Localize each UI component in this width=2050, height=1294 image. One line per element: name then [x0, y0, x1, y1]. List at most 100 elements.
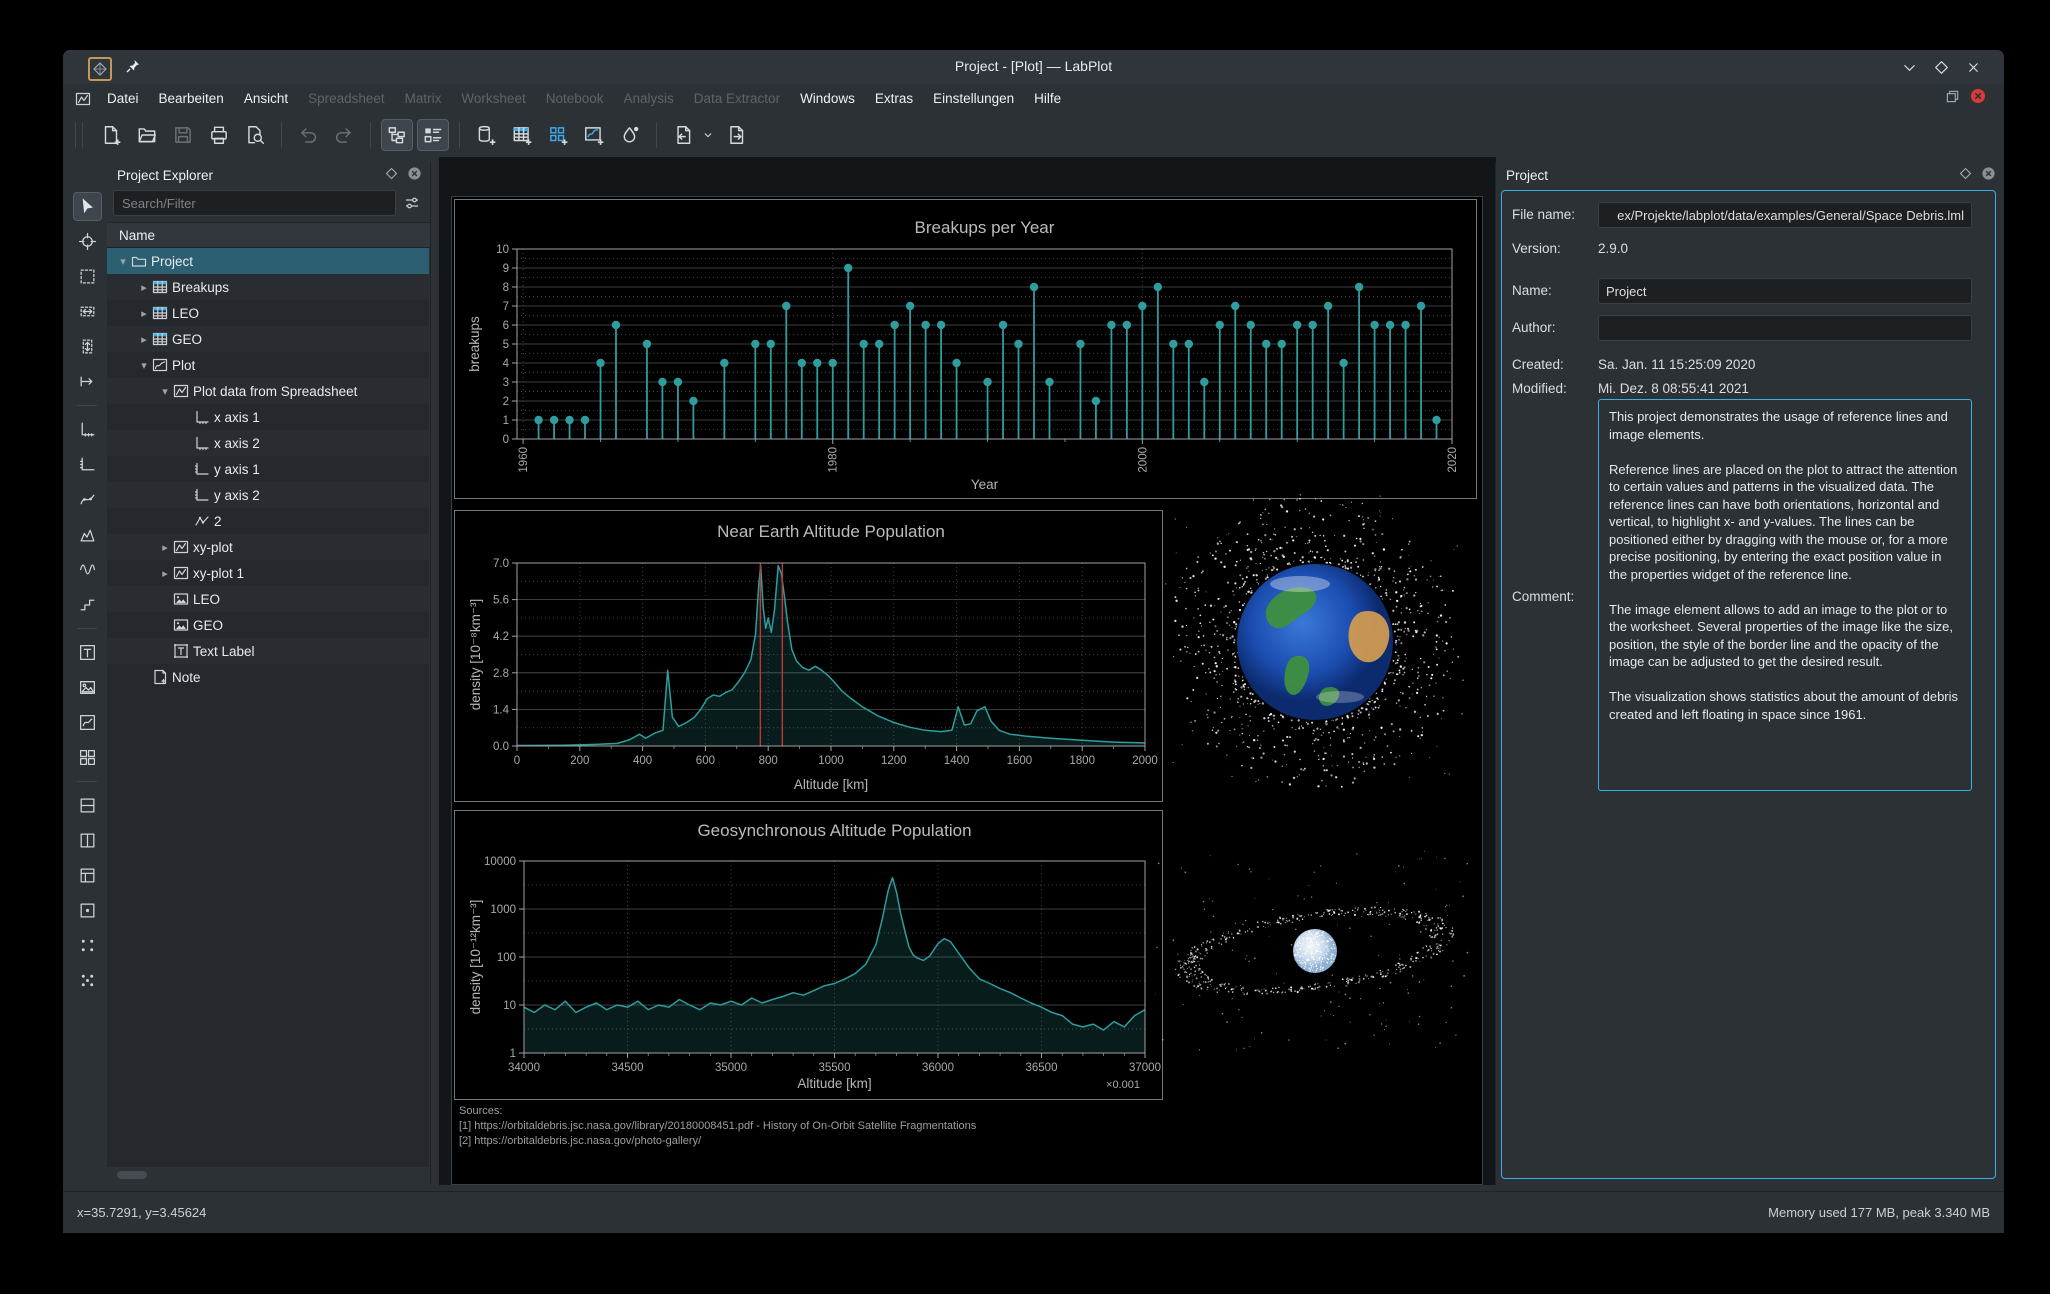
name-field[interactable]	[1598, 278, 1972, 304]
tree-item-project[interactable]: ▾ Project	[107, 248, 429, 274]
tree-horizontal-scrollbar[interactable]	[117, 1171, 147, 1179]
project-explorer-header[interactable]: Project Explorer	[107, 162, 430, 188]
new-workbook-button[interactable]	[470, 119, 502, 151]
tree-expander-icon[interactable]: ▸	[136, 281, 152, 294]
tree-item-geo[interactable]: ▸ GEO	[107, 326, 429, 352]
zoom-select-tool-button[interactable]	[73, 262, 102, 291]
titlebar[interactable]: Project - [Plot] — LabPlot	[63, 50, 2004, 84]
tree-item-y-axis-1[interactable]: y axis 1	[107, 456, 429, 482]
properties-header[interactable]: Project	[1496, 162, 2004, 188]
svg-text:0.0: 0.0	[493, 741, 509, 753]
color-theme-button[interactable]	[614, 119, 646, 151]
menu-windows[interactable]: Windows	[790, 87, 865, 110]
document-open-button[interactable]	[131, 119, 163, 151]
add-step-curve-tool-button[interactable]	[73, 590, 102, 619]
menu-datei[interactable]: Datei	[97, 87, 149, 110]
add-plot-area-tool-button[interactable]	[73, 708, 102, 737]
desktop-background: Project - [Plot] — LabPlot Datei Bearbeit…	[0, 0, 2050, 1294]
tree-item-xy-plot-1[interactable]: ▸ xy-plot 1	[107, 560, 429, 586]
geosynchronous-altitude-plot[interactable]: 1 10 100 1000 10000 34000 34500 35000 35500 36000…	[454, 810, 1163, 1100]
maximize-window-button[interactable]	[1932, 58, 1950, 76]
tree-item-leo[interactable]: ▸ LEO	[107, 300, 429, 326]
import-data-dropdown-chevron-icon[interactable]	[699, 119, 717, 151]
float-dock-icon[interactable]	[1959, 167, 1972, 183]
tree-expander-icon[interactable]: ▸	[136, 333, 152, 346]
close-window-button[interactable]	[1964, 58, 1982, 76]
menu-bearbeiten[interactable]: Bearbeiten	[149, 87, 234, 110]
shade-window-button[interactable]	[1900, 58, 1918, 76]
tree-item-x-axis-2[interactable]: x axis 2	[107, 430, 429, 456]
comment-field[interactable]: This project demonstrates the usage of r…	[1598, 399, 1972, 791]
close-dock-icon[interactable]	[1981, 166, 1996, 184]
search-input[interactable]	[113, 190, 396, 216]
tree-item-xy-plot[interactable]: ▸ xy-plot	[107, 534, 429, 560]
zoom-y-select-tool-button[interactable]	[73, 332, 102, 361]
more-points-tool-button[interactable]	[73, 966, 102, 995]
import-data-button[interactable]	[667, 119, 699, 151]
tree-item-geo[interactable]: GEO	[107, 612, 429, 638]
add-histogram-tool-button[interactable]	[73, 520, 102, 549]
add-text-label-tool-button[interactable]	[73, 638, 102, 667]
add-x-axis-tool-button[interactable]	[73, 415, 102, 444]
breakups-per-year-plot[interactable]: 1960 1980 2000 2020 0 1 2 3 4 5 6 7 8 9 10 Breakups per…	[454, 199, 1477, 499]
menu-ansicht[interactable]: Ansicht	[234, 87, 298, 110]
tree-expander-icon[interactable]: ▾	[115, 255, 131, 268]
document-print-button[interactable]	[203, 119, 235, 151]
add-four-plots-tool-button[interactable]	[73, 743, 102, 772]
tree-expander-icon[interactable]: ▸	[136, 307, 152, 320]
tree-item-x-axis-1[interactable]: x axis 1	[107, 404, 429, 430]
tree-item-plot[interactable]: ▾ Plot	[107, 352, 429, 378]
tree-item-y-axis-2[interactable]: y axis 2	[107, 482, 429, 508]
snap-points-tool-button[interactable]	[73, 931, 102, 960]
export-button[interactable]	[721, 119, 753, 151]
tree-item-text-label[interactable]: Text Label	[107, 638, 429, 664]
add-y-axis-tool-button[interactable]	[73, 450, 102, 479]
tree-expander-icon[interactable]: ▾	[136, 359, 152, 372]
shift-view-tool-button[interactable]	[73, 367, 102, 396]
toggle-project-explorer-button[interactable]	[381, 119, 413, 151]
tree-expander-icon[interactable]: ▸	[157, 567, 173, 580]
layout-box-1-tool-button[interactable]	[73, 791, 102, 820]
crosshair-tool-button[interactable]	[73, 227, 102, 256]
add-fourier-curve-tool-button[interactable]	[73, 555, 102, 584]
layout-box-4-tool-button[interactable]	[73, 896, 102, 925]
tree-item-breakups[interactable]: ▸ Breakups	[107, 274, 429, 300]
worksheet-page[interactable]: 1960 1980 2000 2020 0 1 2 3 4 5 6 7 8 9 10 Breakups per…	[451, 196, 1483, 1185]
tree-item-2[interactable]: 2	[107, 508, 429, 534]
layout-box-2-tool-button[interactable]	[73, 826, 102, 855]
earth-debris-ring-image[interactable]	[1154, 851, 1475, 1051]
sources-text-label[interactable]: Sources: [1] https://orbitaldebris.jsc.n…	[459, 1104, 976, 1149]
add-image-tool-button[interactable]	[73, 673, 102, 702]
zoom-x-select-tool-button[interactable]	[73, 297, 102, 326]
file-name-field[interactable]	[1598, 202, 1972, 228]
tree-column-header[interactable]: Name	[107, 222, 430, 248]
menu-einstellungen[interactable]: Einstellungen	[923, 87, 1024, 110]
earth-debris-cloud-image[interactable]	[1165, 492, 1465, 792]
new-spreadsheet-button[interactable]	[506, 119, 538, 151]
toggle-properties-explorer-button[interactable]	[417, 119, 449, 151]
new-worksheet-button[interactable]	[578, 119, 610, 151]
mdi-restore-icon[interactable]	[1945, 89, 1960, 107]
pointer-tool-button[interactable]	[72, 192, 102, 221]
tree-item-leo[interactable]: LEO	[107, 586, 429, 612]
menu-extras[interactable]: Extras	[865, 87, 923, 110]
tree-expander-icon[interactable]: ▸	[157, 541, 173, 554]
tree-expander-icon[interactable]: ▾	[157, 385, 173, 398]
menu-hilfe[interactable]: Hilfe	[1024, 87, 1071, 110]
document-new-button[interactable]	[95, 119, 127, 151]
close-dock-icon[interactable]	[407, 166, 422, 184]
layout-box-3-tool-button[interactable]	[73, 861, 102, 890]
author-field[interactable]	[1598, 315, 1972, 341]
near-earth-altitude-plot[interactable]: 0.0 1.4 2.8 4.2 5.6 7.0 0 200 400 600 800 1000 1200 1…	[454, 510, 1163, 802]
mdi-close-icon[interactable]	[1970, 88, 1986, 107]
tree-item-note[interactable]: Note	[107, 664, 429, 690]
add-xy-curve-tool-button[interactable]	[73, 485, 102, 514]
float-dock-icon[interactable]	[385, 167, 398, 183]
toolbar-handle[interactable]	[75, 122, 83, 148]
tree-item-plot-data-from-spreadsheet[interactable]: ▾ Plot data from Spreadsheet	[107, 378, 429, 404]
filter-options-icon[interactable]	[400, 191, 424, 215]
print-preview-button[interactable]	[239, 119, 271, 151]
tree-item-label: GEO	[193, 617, 224, 633]
new-matrix-button[interactable]	[542, 119, 574, 151]
modified-label: Modified:	[1512, 381, 1567, 396]
